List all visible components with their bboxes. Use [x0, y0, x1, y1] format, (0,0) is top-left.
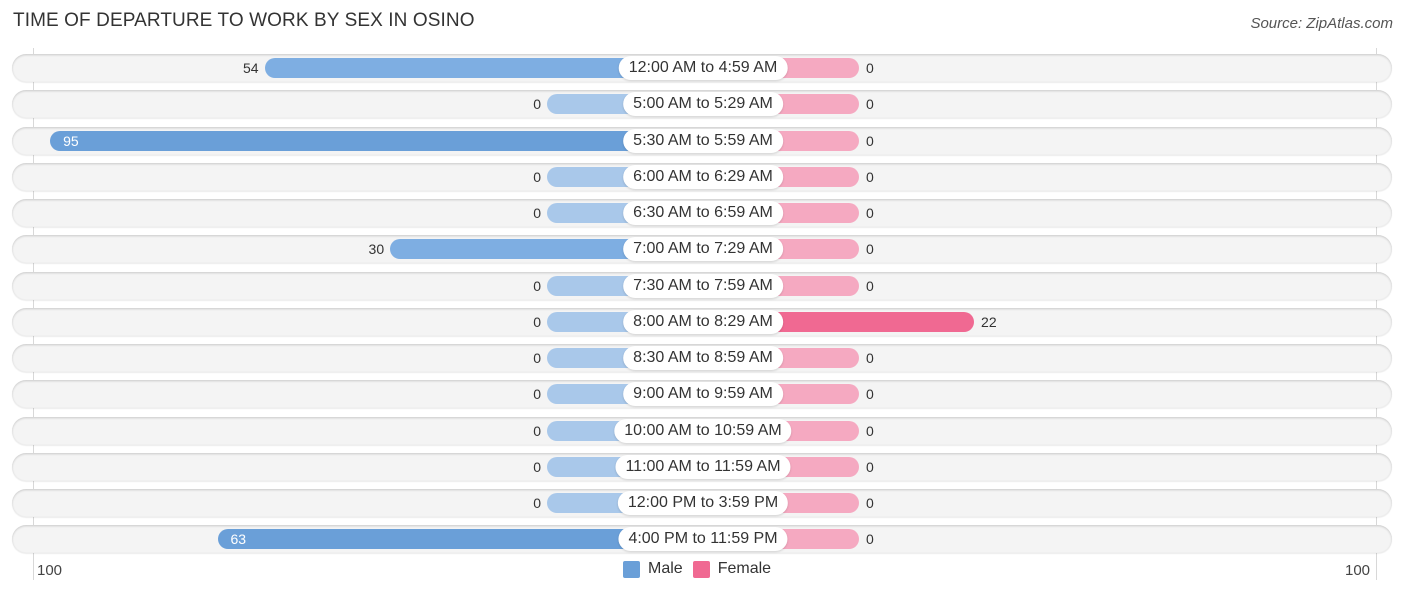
- category-label: 9:00 AM to 9:59 AM: [623, 382, 783, 406]
- female-value-label: 0: [866, 350, 874, 366]
- category-label: 6:30 AM to 6:59 AM: [623, 201, 783, 225]
- category-label: 8:00 AM to 8:29 AM: [623, 310, 783, 334]
- male-value-label: 54: [243, 60, 259, 76]
- male-value-label: 0: [533, 314, 541, 330]
- female-value-label: 0: [866, 205, 874, 221]
- female-value-label: 0: [866, 278, 874, 294]
- male-value-label: 0: [533, 350, 541, 366]
- legend-swatch-female: [692, 560, 710, 578]
- female-value-label: 0: [866, 531, 874, 547]
- category-label: 11:00 AM to 11:59 AM: [615, 455, 791, 479]
- female-value-label: 0: [866, 241, 874, 257]
- chart-rows: 54 0 12:00 AM to 4:59 AM 0 0 5:00 AM to 5:29 …: [0, 0, 1406, 595]
- male-bar: [50, 131, 703, 151]
- female-value-label: 0: [866, 60, 874, 76]
- legend-label-male: Male: [648, 560, 683, 577]
- male-value-label: 0: [533, 169, 541, 185]
- category-label: 7:00 AM to 7:29 AM: [623, 237, 783, 261]
- female-value-label: 0: [866, 495, 874, 511]
- axis-label-left: 100: [37, 562, 63, 579]
- category-label: 5:30 AM to 5:59 AM: [623, 129, 783, 153]
- legend: Male Female: [623, 560, 781, 578]
- female-value-label: 0: [866, 96, 874, 112]
- legend-item-female: Female: [692, 560, 772, 578]
- female-value-label: 0: [866, 133, 874, 149]
- male-value-label: 0: [533, 96, 541, 112]
- male-value-label: 0: [533, 386, 541, 402]
- category-label: 10:00 AM to 10:59 AM: [614, 419, 792, 443]
- male-value-label: 0: [533, 459, 541, 475]
- category-label: 12:00 PM to 3:59 PM: [617, 491, 789, 515]
- female-value-label: 0: [866, 169, 874, 185]
- male-value-label: 0: [533, 205, 541, 221]
- legend-swatch-male: [623, 560, 640, 578]
- category-label: 12:00 AM to 4:59 AM: [618, 56, 788, 80]
- male-value-label: 95: [63, 133, 79, 149]
- female-value-label: 0: [866, 459, 874, 475]
- legend-item-male: Male: [623, 560, 683, 578]
- female-value-label: 22: [981, 314, 997, 330]
- male-value-label: 63: [230, 531, 247, 547]
- category-label: 8:30 AM to 8:59 AM: [623, 346, 783, 370]
- male-value-label: 0: [533, 278, 541, 294]
- female-value-label: 0: [866, 386, 874, 402]
- male-value-label: 30: [368, 241, 385, 257]
- category-label: 4:00 PM to 11:59 PM: [618, 527, 788, 551]
- axis-label-right: 100: [1345, 562, 1371, 579]
- category-label: 5:00 AM to 5:29 AM: [623, 92, 783, 116]
- category-label: 6:00 AM to 6:29 AM: [623, 165, 783, 189]
- legend-label-female: Female: [717, 560, 772, 577]
- category-label: 7:30 AM to 7:59 AM: [623, 274, 783, 298]
- male-value-label: 0: [533, 423, 541, 439]
- male-value-label: 0: [533, 495, 541, 511]
- female-value-label: 0: [866, 423, 874, 439]
